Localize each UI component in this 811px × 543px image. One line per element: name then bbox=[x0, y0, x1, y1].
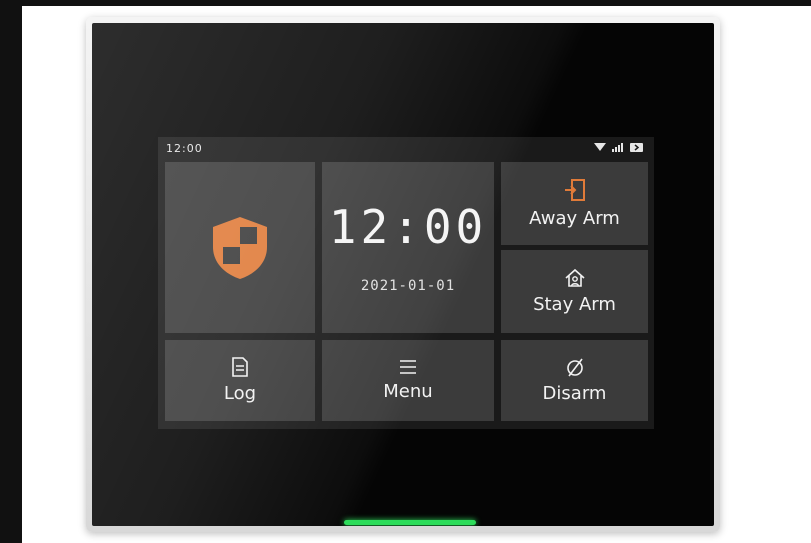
alarm-panel-device: 12:00 12:00 2021-01-01 Away Arm Stay Arm… bbox=[86, 17, 720, 532]
status-icons bbox=[594, 142, 644, 152]
shield-icon bbox=[211, 215, 269, 281]
disarm-label: Disarm bbox=[542, 383, 607, 404]
menu-icon bbox=[399, 359, 417, 375]
log-label: Log bbox=[223, 383, 257, 404]
signal-icon bbox=[612, 142, 624, 152]
touch-screen: 12:00 12:00 2021-01-01 Away Arm Stay Arm… bbox=[158, 137, 654, 429]
glass-panel: 12:00 12:00 2021-01-01 Away Arm Stay Arm… bbox=[92, 23, 714, 526]
menu-button[interactable]: Menu bbox=[322, 340, 494, 421]
door-exit-icon bbox=[564, 178, 586, 202]
status-led bbox=[344, 520, 476, 525]
clock-tile: 12:00 2021-01-01 bbox=[322, 162, 494, 333]
away-arm-button[interactable]: Away Arm bbox=[501, 162, 648, 245]
disarm-icon bbox=[565, 357, 585, 377]
away-arm-label: Away Arm bbox=[529, 208, 620, 229]
disarm-button[interactable]: Disarm bbox=[501, 340, 648, 421]
document-icon bbox=[231, 357, 249, 377]
battery-icon bbox=[630, 142, 644, 152]
background-edge bbox=[0, 0, 22, 543]
stay-arm-label: Stay Arm bbox=[533, 294, 616, 315]
background-top-edge bbox=[0, 0, 811, 6]
clock-time: 12:00 bbox=[328, 200, 488, 254]
security-status-tile[interactable] bbox=[165, 162, 315, 333]
status-time: 12:00 bbox=[166, 142, 203, 155]
clock-date: 2021-01-01 bbox=[360, 278, 456, 294]
log-button[interactable]: Log bbox=[165, 340, 315, 421]
home-user-icon bbox=[564, 268, 586, 288]
stay-arm-button[interactable]: Stay Arm bbox=[501, 250, 648, 333]
wifi-icon bbox=[594, 142, 606, 152]
menu-label: Menu bbox=[383, 381, 433, 402]
